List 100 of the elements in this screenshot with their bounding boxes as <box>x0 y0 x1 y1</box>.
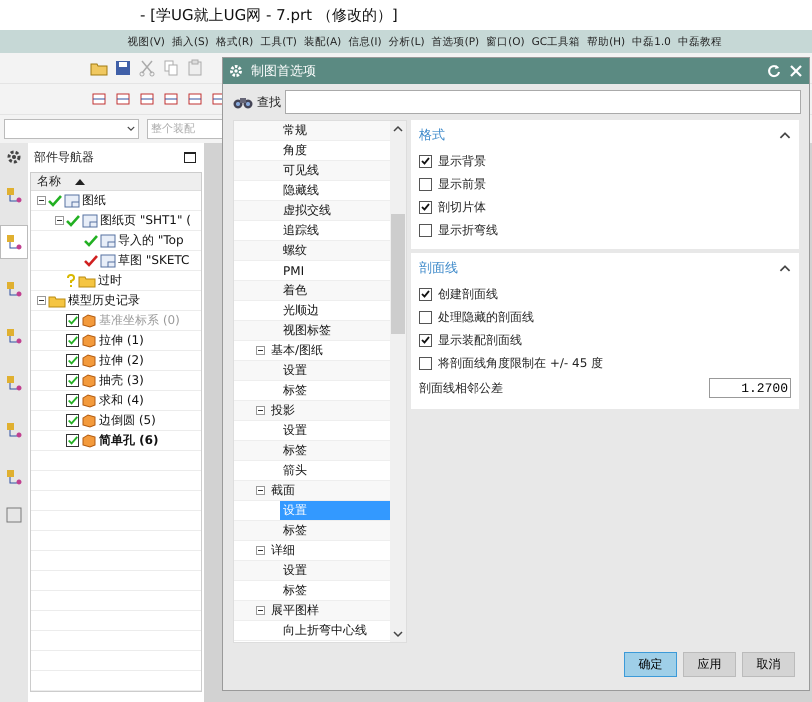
tree-item[interactable]: 截面 <box>268 481 298 500</box>
menu-item[interactable]: 工具(T) <box>256 34 300 48</box>
expand-toggle[interactable] <box>256 406 265 415</box>
tree-item[interactable]: 隐藏线 <box>280 181 322 200</box>
tree-node-label[interactable]: 图纸页 "SHT1" ( <box>100 212 191 229</box>
tree-node-label[interactable]: 简单孔 (6) <box>99 432 158 449</box>
scroll-up-icon[interactable] <box>393 125 403 132</box>
collapse-icon[interactable] <box>779 131 791 139</box>
tree-node-label[interactable]: 过时 <box>98 272 122 289</box>
scrollbar-thumb[interactable] <box>391 214 405 334</box>
checkbox[interactable] <box>419 334 432 346</box>
save-icon[interactable] <box>114 59 132 77</box>
checkbox[interactable] <box>66 374 79 387</box>
checkbox[interactable] <box>419 310 432 324</box>
maximize-icon[interactable] <box>184 152 196 163</box>
close-icon[interactable] <box>789 64 803 78</box>
tree-node-label[interactable]: 草图 "SKETC <box>118 252 190 269</box>
checkbox[interactable] <box>66 354 79 367</box>
checkbox[interactable] <box>66 394 79 407</box>
tree-item[interactable]: 设置 <box>280 561 310 580</box>
tree-item[interactable]: 向上折弯中心线 <box>280 621 370 640</box>
expand-toggle[interactable] <box>55 216 64 225</box>
tree-item[interactable]: 基本/图纸 <box>268 341 326 360</box>
scroll-down-icon[interactable] <box>393 631 403 638</box>
collapse-icon[interactable] <box>779 264 791 272</box>
tree-item[interactable]: 常规 <box>280 121 310 140</box>
section-title: 剖面线 <box>419 260 458 277</box>
column-header[interactable]: 名称 <box>37 173 61 190</box>
dialog-button[interactable]: 确定 <box>624 652 677 676</box>
menu-item[interactable]: 中磊教程 <box>674 34 726 48</box>
caret-icon[interactable] <box>127 126 135 132</box>
checkbox[interactable] <box>419 154 432 168</box>
menu-item[interactable]: 帮助(H) <box>584 34 629 48</box>
checkbox[interactable] <box>66 414 79 427</box>
tree-icon[interactable] <box>5 280 23 298</box>
tree-item[interactable]: 投影 <box>268 401 298 420</box>
checkbox[interactable] <box>419 200 432 214</box>
tree-node-label[interactable]: 拉伸 (2) <box>99 352 144 369</box>
search-field[interactable] <box>285 90 801 114</box>
checkbox[interactable] <box>66 434 79 447</box>
menu-item[interactable]: 窗口(O) <box>482 34 528 48</box>
menu-item[interactable]: 装配(A) <box>300 34 345 48</box>
settings-icon[interactable] <box>6 149 22 165</box>
tree-item[interactable]: 设置 <box>280 361 310 380</box>
expand-toggle[interactable] <box>256 606 265 615</box>
tree-item[interactable]: 箭头 <box>280 461 310 480</box>
tree-item[interactable]: 标签 <box>280 381 310 400</box>
checkbox[interactable] <box>419 224 432 236</box>
sort-icon[interactable] <box>75 178 85 184</box>
tree-item[interactable]: 标签 <box>280 521 310 540</box>
checkbox[interactable] <box>419 356 432 370</box>
menu-item[interactable]: 信息(I) <box>344 34 386 48</box>
checkbox[interactable] <box>66 314 79 327</box>
navigator-tab[interactable] <box>0 225 28 259</box>
menu-item[interactable]: 格式(R) <box>212 34 257 48</box>
tree-item[interactable]: 角度 <box>280 141 310 160</box>
tree-item[interactable]: 标签 <box>280 441 310 460</box>
tree-icon[interactable] <box>5 374 23 392</box>
sheet-icon <box>100 234 116 248</box>
checkbox-label: 创建剖面线 <box>438 286 498 302</box>
expand-toggle[interactable] <box>256 486 265 495</box>
square-icon[interactable] <box>6 507 22 523</box>
expand-toggle[interactable] <box>256 346 265 355</box>
tree-item[interactable]: 光顺边 <box>280 301 322 320</box>
checkbox[interactable] <box>419 178 432 190</box>
checkbox[interactable] <box>66 334 79 347</box>
dialog-button[interactable]: 应用 <box>683 652 736 676</box>
tree-item[interactable]: PMI <box>280 262 308 278</box>
menu-item[interactable]: 中磊1.0 <box>628 34 674 48</box>
tree-node-label[interactable]: 图纸 <box>82 192 106 209</box>
tree-item[interactable]: 详细 <box>268 541 298 560</box>
tree-icon[interactable] <box>5 468 23 486</box>
dialog-button[interactable]: 取消 <box>742 652 795 676</box>
tree-node-label[interactable]: 边倒圆 (5) <box>99 412 156 429</box>
tree-node-label[interactable]: 导入的 "Top <box>118 232 184 249</box>
expand-toggle[interactable] <box>37 196 46 205</box>
tree-item[interactable]: 螺纹 <box>280 241 310 260</box>
tree-item[interactable]: 追踪线 <box>280 221 322 240</box>
tolerance-field[interactable]: 1.2700 <box>709 378 791 398</box>
tree-icon[interactable] <box>5 327 23 345</box>
tree-item[interactable]: 标签 <box>280 581 310 600</box>
tree-node-label[interactable]: 抽壳 (3) <box>99 372 144 389</box>
checkbox-label: 显示装配剖面线 <box>438 332 522 348</box>
tree-item[interactable]: 设置 <box>280 421 310 440</box>
menu-item[interactable]: 分析(L) <box>385 34 428 48</box>
tree-icon[interactable] <box>5 186 23 204</box>
expand-toggle[interactable] <box>37 296 46 305</box>
tree-node-label[interactable]: 模型历史记录 <box>68 292 140 309</box>
tree-node-label[interactable]: 拉伸 (1) <box>99 332 144 349</box>
tree-item[interactable]: 着色 <box>280 281 310 300</box>
menu-item[interactable]: 插入(S) <box>168 34 212 48</box>
tree-icon[interactable] <box>5 233 23 251</box>
checkbox[interactable] <box>419 288 432 300</box>
menu-item[interactable]: 视图(V) <box>124 34 168 48</box>
tree-node-label[interactable]: 求和 (4) <box>99 392 144 409</box>
menu-item[interactable]: GC工具箱 <box>528 34 584 48</box>
reset-icon[interactable] <box>767 64 781 78</box>
expand-toggle[interactable] <box>256 546 265 555</box>
tree-icon[interactable] <box>5 421 23 439</box>
menu-item[interactable]: 首选项(P) <box>428 34 483 48</box>
